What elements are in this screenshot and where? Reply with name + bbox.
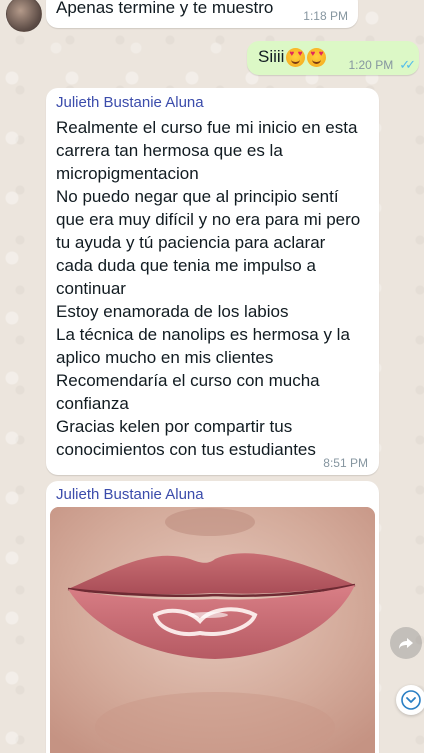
message-line: confianza — [56, 394, 129, 413]
lips-photo[interactable] — [50, 507, 375, 753]
message-time: 1:20 PM — [348, 58, 394, 72]
heart-eyes-emoji-icon — [307, 47, 327, 67]
chat-area: Apenas termine y te muestro 1:18 PM Siii… — [0, 0, 424, 753]
message-line: cada duda que tenia me impulso a — [56, 256, 316, 275]
message-line: carrera tan hermosa que es la — [56, 141, 283, 160]
message-text: Realmente el curso fue mi inicio en esta… — [56, 116, 374, 461]
heart-eyes-emoji-icon — [286, 47, 306, 67]
message-line: Estoy enamorada de los labios — [56, 302, 289, 321]
sender-name[interactable]: Julieth Bustanie Aluna — [56, 486, 204, 503]
chevron-down-icon — [401, 690, 421, 710]
message-text: Siiii — [258, 47, 285, 66]
scroll-to-bottom-button[interactable] — [396, 685, 424, 715]
sender-name[interactable]: Julieth Bustanie Aluna — [56, 94, 204, 111]
message-line: Recomendaría el curso con mucha — [56, 371, 320, 390]
forward-button[interactable] — [390, 627, 422, 659]
avatar[interactable] — [6, 0, 42, 32]
message-line: Gracias kelen por compartir tus — [56, 417, 293, 436]
message-line: La técnica de nanolips es hermosa y la — [56, 325, 350, 344]
message-meta: 1:20 PM ✓✓ — [348, 57, 416, 73]
message-time: 8:51 PM — [323, 456, 368, 470]
double-check-icon: ✓✓ — [399, 57, 416, 72]
message-text: Apenas termine y te muestro — [56, 0, 274, 17]
message-line: aplico mucho en mis clientes — [56, 348, 274, 367]
message-content: Siiii — [258, 47, 327, 67]
message-line: tu ayuda y tú paciencia para aclarar — [56, 233, 326, 252]
message-bubble[interactable]: Julieth Bustanie Aluna Realmente el curs… — [46, 88, 379, 475]
lips-illustration — [50, 507, 375, 753]
message-line: que era muy difícil y no era para mi per… — [56, 210, 361, 229]
message-bubble[interactable]: Apenas termine y te muestro 1:18 PM — [46, 0, 358, 28]
message-time: 1:18 PM — [303, 9, 348, 23]
message-line: No puedo negar que al principio sentí — [56, 187, 339, 206]
message-line: continuar — [56, 279, 126, 298]
message-line: Realmente el curso fue mi inicio en esta — [56, 118, 358, 137]
message-line: micropigmentacion — [56, 164, 199, 183]
message-bubble-outgoing[interactable]: Siiii 1:20 PM ✓✓ — [247, 41, 419, 75]
message-bubble-image[interactable]: Julieth Bustanie Aluna — [46, 481, 379, 753]
forward-icon — [399, 638, 413, 649]
